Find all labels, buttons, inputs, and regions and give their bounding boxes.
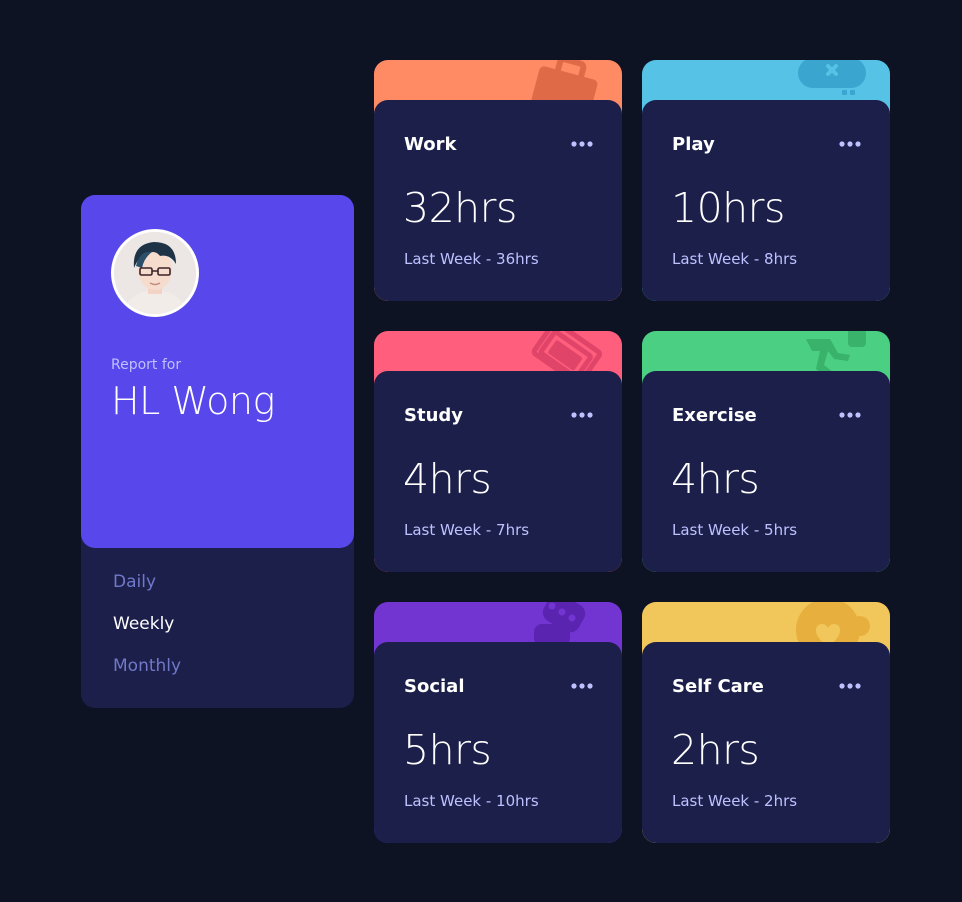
previous-hours: Last Week - 2hrs [672, 792, 798, 810]
profile-header: Report for HL Wong [81, 195, 354, 548]
activity-body: Work 32hrs Last Week - 36hrs [374, 100, 622, 301]
activity-card-play: Play 10hrs Last Week - 8hrs [642, 60, 890, 301]
current-hours: 5hrs [403, 726, 492, 774]
activity-body: Social 5hrs Last Week - 10hrs [374, 642, 622, 843]
activity-title: Work [404, 134, 457, 155]
period-weekly[interactable]: Weekly [113, 613, 181, 635]
activity-title: Social [404, 676, 465, 697]
activity-title: Exercise [672, 405, 757, 426]
profile-card: Report for HL Wong Daily Weekly Monthly [81, 195, 354, 708]
activity-card-study: Study 4hrs Last Week - 7hrs [374, 331, 622, 572]
previous-hours: Last Week - 8hrs [672, 250, 798, 268]
current-hours: 2hrs [671, 726, 760, 774]
activity-card-exercise: Exercise 4hrs Last Week - 5hrs [642, 331, 890, 572]
ellipsis-icon[interactable] [838, 411, 862, 419]
activity-title: Study [404, 405, 464, 426]
previous-hours: Last Week - 10hrs [404, 792, 539, 810]
activity-body: Study 4hrs Last Week - 7hrs [374, 371, 622, 572]
activity-title: Self Care [672, 676, 764, 697]
previous-hours: Last Week - 7hrs [404, 521, 530, 539]
activity-body: Exercise 4hrs Last Week - 5hrs [642, 371, 890, 572]
activity-body: Self Care 2hrs Last Week - 2hrs [642, 642, 890, 843]
period-selector: Daily Weekly Monthly [113, 571, 181, 697]
current-hours: 10hrs [671, 184, 785, 232]
ellipsis-icon[interactable] [838, 682, 862, 690]
ellipsis-icon[interactable] [570, 140, 594, 148]
previous-hours: Last Week - 36hrs [404, 250, 539, 268]
activity-body: Play 10hrs Last Week - 8hrs [642, 100, 890, 301]
user-name: HL Wong [111, 379, 275, 423]
avatar [111, 229, 199, 317]
current-hours: 4hrs [671, 455, 760, 503]
report-for-label: Report for [111, 357, 182, 373]
activity-card-social: Social 5hrs Last Week - 10hrs [374, 602, 622, 843]
period-daily[interactable]: Daily [113, 571, 181, 593]
activity-card-work: Work 32hrs Last Week - 36hrs [374, 60, 622, 301]
period-monthly[interactable]: Monthly [113, 655, 181, 677]
ellipsis-icon[interactable] [570, 682, 594, 690]
activity-title: Play [672, 134, 715, 155]
previous-hours: Last Week - 5hrs [672, 521, 798, 539]
ellipsis-icon[interactable] [570, 411, 594, 419]
activity-card-self-care: Self Care 2hrs Last Week - 2hrs [642, 602, 890, 843]
current-hours: 4hrs [403, 455, 492, 503]
ellipsis-icon[interactable] [838, 140, 862, 148]
current-hours: 32hrs [403, 184, 517, 232]
